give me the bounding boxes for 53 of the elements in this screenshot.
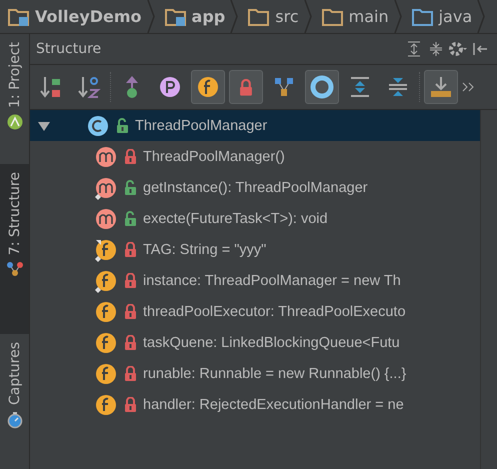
tree-item-label: threadPoolExecutor: ThreadPoolExecuto xyxy=(143,304,406,320)
tree-row[interactable]: threadPoolExecutor: ThreadPoolExecuto xyxy=(30,296,480,327)
side-tab[interactable]: 7: Structure xyxy=(0,164,29,334)
collapse-all-icon xyxy=(387,76,409,98)
tree-row[interactable]: taskQuene: LinkedBlockingQueue<Futu xyxy=(30,327,480,358)
tree-item-label: getInstance(): ThreadPoolManager xyxy=(143,180,368,196)
tree-item-label: handler: RejectedExecutionHandler = ne xyxy=(143,396,404,412)
tree-item-label: execte(FutureTask<T>): void xyxy=(143,210,328,226)
toolbar-button[interactable] xyxy=(191,70,225,104)
tree-row[interactable]: handler: RejectedExecutionHandler = ne xyxy=(30,389,480,420)
breadcrumb-item[interactable]: src xyxy=(275,7,299,26)
toolbar-button[interactable] xyxy=(305,70,339,104)
tree-row[interactable]: TAG: String = "yyy" xyxy=(30,234,480,265)
property-icon xyxy=(159,76,181,98)
expand-all-icon xyxy=(349,76,371,98)
hierarchy-icon xyxy=(6,261,22,278)
ring-icon xyxy=(310,75,334,99)
breadcrumb-item[interactable]: VolleyDemo xyxy=(35,7,142,26)
tree-item-label: ThreadPoolManager xyxy=(135,118,268,134)
stopwatch-icon xyxy=(6,410,22,429)
panel-title: Structure xyxy=(36,41,102,57)
tree-item-label: ThreadPoolManager() xyxy=(143,148,285,164)
tree-row[interactable]: runable: Runnable = new Runnable() {...} xyxy=(30,358,480,389)
side-tab[interactable]: 1: Project xyxy=(0,34,29,164)
tree-row[interactable]: instance: ThreadPoolManager = new Th xyxy=(30,265,480,296)
download-icon xyxy=(429,75,453,99)
tree-nodes-icon xyxy=(274,77,294,97)
tree-item-label: taskQuene: LinkedBlockingQueue<Futu xyxy=(143,334,400,350)
tree-row[interactable]: ThreadPoolManager() xyxy=(30,141,480,172)
side-tab[interactable]: Captures xyxy=(0,334,29,464)
tree-item-label: instance: ThreadPoolManager = new Th xyxy=(143,272,401,288)
folder-icon xyxy=(412,8,434,26)
tree-row[interactable]: getInstance(): ThreadPoolManager xyxy=(30,172,480,203)
folder-icon xyxy=(322,8,344,26)
breadcrumb-item[interactable]: java xyxy=(438,7,472,26)
lock-icon xyxy=(239,78,253,96)
sort-alphabetical-icon xyxy=(77,75,101,99)
tree-row[interactable]: ThreadPoolManager xyxy=(30,110,480,141)
folder-icon xyxy=(248,8,270,26)
more-icon[interactable] xyxy=(462,82,474,92)
module-folder-icon xyxy=(164,8,187,26)
module-folder-icon xyxy=(8,8,30,26)
class-icon xyxy=(86,114,110,138)
expanded-arrow-icon[interactable] xyxy=(38,120,50,132)
field-icon xyxy=(197,76,219,98)
tree-row[interactable]: execte(FutureTask<T>): void xyxy=(30,203,480,234)
sort-visibility-icon xyxy=(39,75,63,99)
breadcrumb-item[interactable]: main xyxy=(348,7,389,26)
breadcrumb-item[interactable]: app xyxy=(192,7,226,26)
toolbar-button[interactable] xyxy=(424,70,458,104)
tree-item-label: TAG: String = "yyy" xyxy=(143,242,266,258)
tree-item-label: runable: Runnable = new Runnable() {...} xyxy=(143,366,406,382)
android-icon xyxy=(6,114,22,130)
